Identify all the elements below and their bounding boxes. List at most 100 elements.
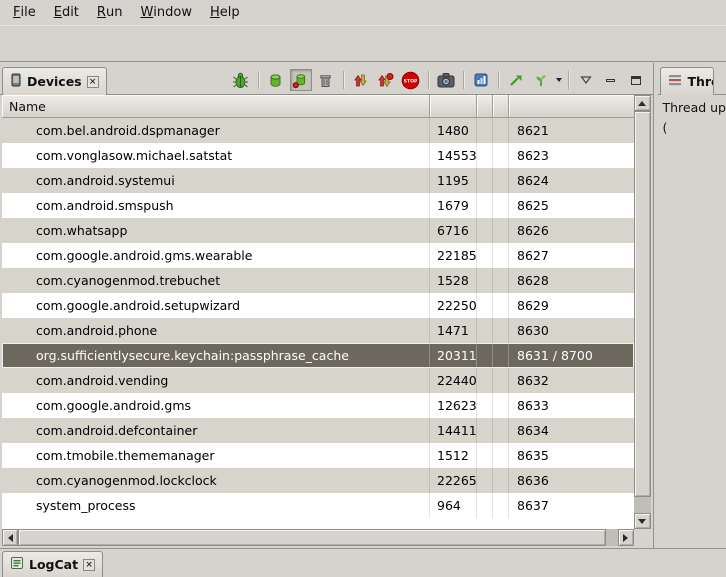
stop-process-icon[interactable]: STOP bbox=[400, 69, 422, 91]
process-pid: 1471 bbox=[430, 318, 477, 343]
tab-devices[interactable]: Devices × bbox=[2, 67, 107, 95]
menu-help[interactable]: Help bbox=[201, 0, 249, 25]
close-icon[interactable]: × bbox=[87, 76, 99, 88]
process-pid: 22185 bbox=[430, 243, 477, 268]
heap-indicator-cell bbox=[477, 193, 493, 218]
table-row[interactable]: com.google.android.setupwizard222508629 bbox=[2, 293, 634, 318]
table-row[interactable]: com.tmobile.thememanager15128635 bbox=[2, 443, 634, 468]
horizontal-scroll-thumb[interactable] bbox=[18, 529, 606, 546]
system-info-icon[interactable] bbox=[470, 69, 492, 91]
process-pid: 6716 bbox=[430, 218, 477, 243]
table-row[interactable]: com.cyanogenmod.lockclock222658636 bbox=[2, 468, 634, 493]
close-icon[interactable]: × bbox=[83, 559, 95, 571]
maximize-icon[interactable] bbox=[625, 69, 647, 91]
process-port: 8636 bbox=[509, 468, 634, 493]
column-header-pid[interactable] bbox=[430, 95, 477, 118]
column-header-heap[interactable] bbox=[477, 95, 493, 118]
thread-indicator-cell bbox=[493, 168, 509, 193]
table-row[interactable]: com.whatsapp67168626 bbox=[2, 218, 634, 243]
column-header-name[interactable]: Name bbox=[2, 95, 430, 118]
table-row[interactable]: com.android.phone14718630 bbox=[2, 318, 634, 343]
heap-indicator-cell bbox=[477, 168, 493, 193]
toolbar-separator bbox=[463, 71, 464, 89]
table-row[interactable]: system_process9648637 bbox=[2, 493, 634, 518]
thread-indicator-cell bbox=[493, 418, 509, 443]
overflow-caret-icon[interactable] bbox=[556, 78, 562, 82]
table-row[interactable]: com.google.android.gms.wearable221858627 bbox=[2, 243, 634, 268]
scroll-up-button[interactable] bbox=[634, 95, 651, 111]
hierarchy-view-icon[interactable] bbox=[530, 69, 552, 91]
table-row[interactable]: com.cyanogenmod.trebuchet15288628 bbox=[2, 268, 634, 293]
scroll-right-button[interactable] bbox=[618, 529, 634, 546]
process-name: org.sufficientlysecure.keychain:passphra… bbox=[2, 343, 430, 368]
heap-indicator-cell bbox=[477, 318, 493, 343]
devices-table-body: com.bel.android.dspmanager14808621com.vo… bbox=[2, 118, 634, 529]
tab-threads[interactable]: Threads bbox=[660, 67, 714, 95]
scroll-left-button[interactable] bbox=[2, 529, 18, 546]
threads-message: Thread up ( bbox=[658, 95, 726, 138]
logcat-icon bbox=[10, 556, 24, 573]
table-row[interactable]: com.android.smspush16798625 bbox=[2, 193, 634, 218]
process-name: com.whatsapp bbox=[2, 218, 430, 243]
thread-indicator-cell bbox=[493, 393, 509, 418]
process-port: 8627 bbox=[509, 243, 634, 268]
menu-window-label: W bbox=[140, 5, 153, 20]
process-name: com.android.vending bbox=[2, 368, 430, 393]
table-row[interactable]: org.sufficientlysecure.keychain:passphra… bbox=[2, 343, 634, 368]
horizontal-scrollbar[interactable] bbox=[2, 529, 634, 546]
update-heap-icon[interactable] bbox=[265, 69, 287, 91]
tab-logcat-label: LogCat bbox=[29, 557, 78, 572]
process-pid: 12623 bbox=[430, 393, 477, 418]
thread-indicator-cell bbox=[493, 118, 509, 143]
menu-run-label: R bbox=[97, 5, 106, 20]
menu-file[interactable]: File bbox=[4, 0, 45, 25]
tab-logcat[interactable]: LogCat × bbox=[2, 551, 103, 577]
devices-tabbar: Devices × bbox=[0, 63, 653, 95]
table-row[interactable]: com.google.android.gms126238633 bbox=[2, 393, 634, 418]
update-threads-icon[interactable] bbox=[350, 69, 372, 91]
menu-window[interactable]: Window bbox=[131, 0, 201, 25]
thread-indicator-cell bbox=[493, 218, 509, 243]
process-name: com.android.phone bbox=[2, 318, 430, 343]
debug-process-icon[interactable] bbox=[230, 69, 252, 91]
dump-hprof-icon[interactable] bbox=[290, 69, 312, 91]
arrow-right-icon bbox=[623, 534, 628, 542]
ddms-window: File Edit Run Window Help Devices × bbox=[0, 0, 726, 577]
vertical-scrollbar[interactable] bbox=[634, 95, 651, 529]
screen-capture-icon[interactable] bbox=[435, 69, 457, 91]
cause-gc-icon[interactable] bbox=[315, 69, 337, 91]
heap-indicator-cell bbox=[477, 293, 493, 318]
table-row[interactable]: com.bel.android.dspmanager14808621 bbox=[2, 118, 634, 143]
menu-run[interactable]: Run bbox=[88, 0, 132, 25]
toolbar-strip bbox=[0, 26, 726, 62]
thread-indicator-cell bbox=[493, 243, 509, 268]
heap-indicator-cell bbox=[477, 443, 493, 468]
table-row[interactable]: com.android.systemui11958624 bbox=[2, 168, 634, 193]
vertical-scroll-thumb[interactable] bbox=[634, 111, 651, 497]
process-pid: 1528 bbox=[430, 268, 477, 293]
menu-edit[interactable]: Edit bbox=[45, 0, 88, 25]
scroll-down-button[interactable] bbox=[634, 513, 651, 529]
process-port: 8631 / 8700 bbox=[509, 343, 634, 368]
threads-message-line: Thread up bbox=[662, 98, 726, 118]
toolbar-separator bbox=[343, 71, 344, 89]
scrollbar-corner bbox=[634, 529, 651, 546]
devices-table: Name com.bel.android.dspmanager14808621c… bbox=[2, 95, 651, 546]
view-menu-icon[interactable] bbox=[575, 69, 597, 91]
thread-indicator-cell bbox=[493, 318, 509, 343]
column-header-port[interactable] bbox=[509, 95, 634, 118]
column-header-threads[interactable] bbox=[493, 95, 509, 118]
process-port: 8633 bbox=[509, 393, 634, 418]
process-name: com.android.smspush bbox=[2, 193, 430, 218]
table-row[interactable]: com.android.defcontainer144118634 bbox=[2, 418, 634, 443]
horizontal-scroll-track[interactable] bbox=[18, 529, 618, 546]
arrow-up-icon bbox=[638, 101, 646, 106]
table-row[interactable]: com.vonglasow.michael.satstat145538623 bbox=[2, 143, 634, 168]
heap-indicator-cell bbox=[477, 493, 493, 518]
vertical-scroll-track[interactable] bbox=[634, 111, 651, 513]
start-tracing-icon[interactable] bbox=[505, 69, 527, 91]
minimize-icon[interactable] bbox=[600, 69, 622, 91]
method-profiling-icon[interactable] bbox=[375, 69, 397, 91]
table-row[interactable]: com.android.vending224408632 bbox=[2, 368, 634, 393]
process-port: 8632 bbox=[509, 368, 634, 393]
